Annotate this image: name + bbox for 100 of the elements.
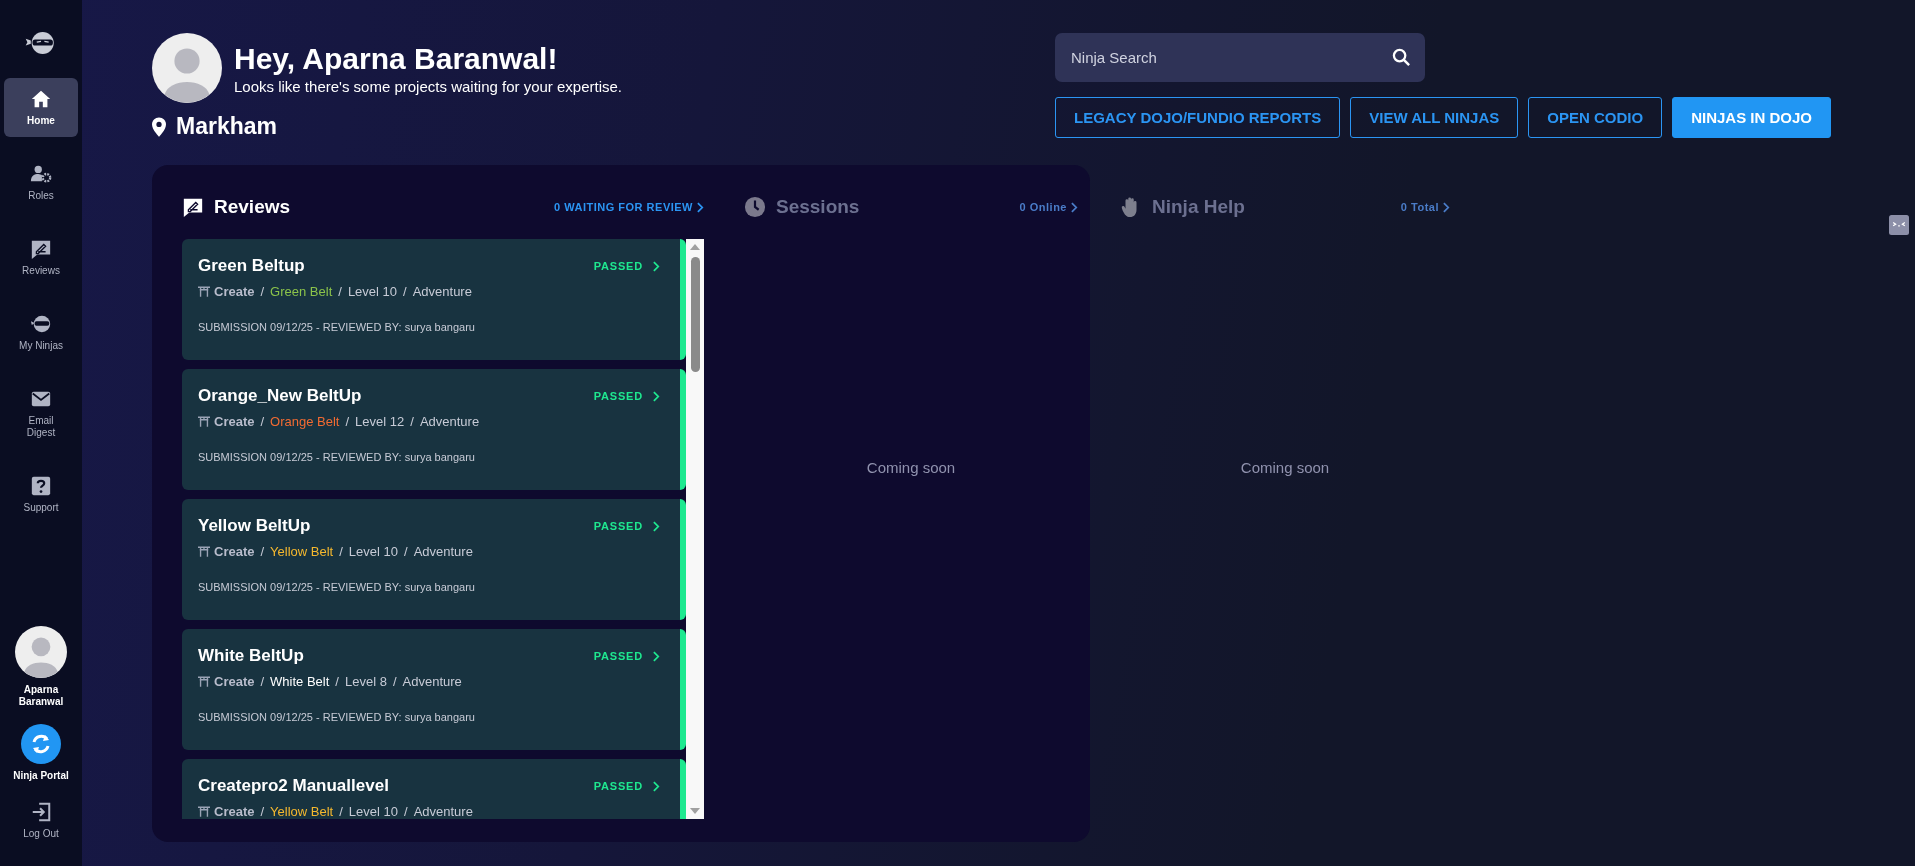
gate-icon	[198, 286, 210, 297]
path-separator: /	[260, 284, 265, 299]
category-label: Create	[214, 284, 255, 299]
category-label: Create	[214, 544, 255, 559]
greeting: Hey, Aparna Baranwal!	[234, 41, 559, 76]
path-label: Adventure	[419, 414, 480, 429]
path-separator: /	[260, 544, 265, 559]
gate-icon	[198, 416, 210, 427]
path-label: Level 12	[355, 414, 405, 429]
search-icon[interactable]	[1392, 48, 1411, 67]
review-card[interactable]: Orange_New BeltUp PASSED Create / Orange Belt / Level 12 / Adventure SUBMISSION 09/12/25 - REVIEWED BY: surya bangaru	[182, 369, 686, 490]
path-label: Level 10	[348, 804, 398, 819]
section-title: Ninja Help	[1152, 196, 1246, 218]
belt-label: Yellow Belt	[270, 544, 334, 559]
review-card[interactable]: White BeltUp PASSED Create / White Belt / Level 8 / Adventure SUBMISSION 09/12/25 - REVIEWED BY: surya bangaru	[182, 629, 686, 750]
submission-info: SUBMISSION 09/12/25 - REVIEWED BY: surya bangaru	[198, 321, 476, 333]
user-gear-icon	[30, 163, 52, 185]
location: Markham	[176, 113, 277, 140]
scrollbar-thumb[interactable]	[690, 257, 700, 372]
belt-label: Orange Belt	[270, 414, 340, 429]
submission-info: SUBMISSION 09/12/25 - REVIEWED BY: surya bangaru	[198, 711, 476, 723]
chevron-right-icon	[653, 260, 660, 272]
gate-icon	[198, 676, 210, 687]
review-title: Green Beltup	[198, 256, 306, 276]
category-label: Create	[214, 674, 255, 689]
sidebar-item[interactable]: Home	[4, 78, 78, 137]
portal-link[interactable]: Ninja Portal	[13, 724, 69, 781]
logout-icon	[30, 801, 52, 823]
sidebar-item[interactable]: Support	[4, 465, 78, 524]
belt-label: Yellow Belt	[270, 804, 334, 819]
sync-icon	[21, 724, 61, 764]
review-title: Yellow BeltUp	[198, 516, 312, 536]
triangle-up-icon[interactable]	[690, 243, 700, 251]
location-pin-icon	[152, 116, 166, 137]
path-separator: /	[335, 674, 339, 689]
coming-soon-message: Coming soon	[1239, 459, 1331, 476]
path-separator: /	[392, 674, 397, 689]
path-label: Adventure	[413, 544, 473, 559]
gate-icon	[198, 546, 210, 557]
gate-icon	[198, 806, 210, 817]
submission-info: SUBMISSION 09/12/25 - REVIEWED BY: surya bangaru	[198, 581, 476, 593]
review-card[interactable]: Createpro2 Manuallevel PASSED Create / Yellow Belt / Level 10 / Adventure	[182, 759, 686, 819]
section-title: Sessions	[776, 196, 861, 218]
category-label: Create	[214, 414, 255, 429]
submission-info: SUBMISSION 09/12/25 - REVIEWED BY: surya bangaru	[198, 451, 476, 463]
sidebar-item[interactable]: Roles	[4, 153, 78, 212]
belt-label: White Belt	[270, 674, 330, 689]
sidebar-item[interactable]: Email Digest	[4, 378, 78, 449]
path-label: Adventure	[413, 804, 473, 819]
path-separator: /	[403, 284, 407, 299]
path-label: Level 10	[347, 284, 398, 299]
path-label: Level 10	[348, 544, 398, 559]
chevron-right-icon	[697, 201, 704, 213]
path-separator: /	[339, 804, 343, 819]
path-separator: /	[339, 544, 343, 559]
ninja-icon	[30, 313, 52, 335]
logout-link[interactable]: Log Out	[4, 791, 78, 850]
coming-soon-message: Coming soon	[865, 459, 957, 476]
subtitle: Looks like there's some projects waiting for your expertise.	[234, 77, 623, 95]
avatar	[152, 33, 222, 103]
status-label: PASSED	[593, 520, 643, 532]
scrollbar[interactable]	[686, 239, 704, 819]
review-title: White BeltUp	[198, 646, 305, 666]
pen-message-icon	[182, 196, 204, 218]
action-button[interactable]: OPEN CODIO	[1528, 97, 1663, 138]
status-label: PASSED	[593, 260, 643, 272]
path-separator: /	[260, 674, 265, 689]
action-button[interactable]: VIEW ALL NINJAS	[1350, 97, 1519, 138]
review-card[interactable]: Yellow BeltUp PASSED Create / Yellow Belt / Level 10 / Adventure SUBMISSION 09/12/25 - REVIEWED BY: surya bangaru	[182, 499, 686, 620]
chevron-right-icon	[653, 390, 660, 402]
sidebar-item[interactable]: My Ninjas	[4, 303, 78, 362]
question-icon	[30, 475, 52, 497]
path-separator: /	[410, 414, 414, 429]
category-label: Create	[214, 804, 255, 819]
status-label: PASSED	[593, 780, 643, 792]
review-title: Orange_New BeltUp	[198, 386, 363, 406]
chevron-right-icon	[1071, 201, 1078, 213]
belt-label: Green Belt	[270, 284, 333, 299]
path-separator: /	[338, 284, 342, 299]
home-icon	[30, 88, 52, 110]
user-name: Aparna Baranwal	[17, 684, 65, 708]
path-label: Adventure	[412, 284, 472, 299]
path-separator: /	[260, 414, 265, 429]
status-label: PASSED	[593, 390, 643, 402]
path-label: Level 8	[344, 674, 387, 689]
face-widget-icon[interactable]	[1889, 215, 1909, 235]
section-link[interactable]: 0 WAITING FOR REVIEW	[554, 201, 704, 213]
path-separator: /	[260, 804, 265, 819]
sidebar-item[interactable]: Reviews	[4, 228, 78, 287]
avatar[interactable]	[15, 626, 67, 678]
path-label: Adventure	[402, 674, 462, 689]
clock-icon	[744, 196, 766, 218]
path-separator: /	[404, 804, 408, 819]
status-label: PASSED	[593, 650, 643, 662]
action-button[interactable]: LEGACY DOJO/FUNDIO REPORTS	[1055, 97, 1341, 138]
chevron-right-icon	[653, 520, 660, 532]
review-title: Createpro2 Manuallevel	[198, 776, 390, 796]
chevron-right-icon	[653, 780, 660, 792]
triangle-down-icon[interactable]	[690, 807, 700, 815]
review-card[interactable]: Green Beltup PASSED Create / Green Belt / Level 10 / Adventure SUBMISSION 09/12/25 - REVIEWED BY: surya bangaru	[182, 239, 686, 360]
